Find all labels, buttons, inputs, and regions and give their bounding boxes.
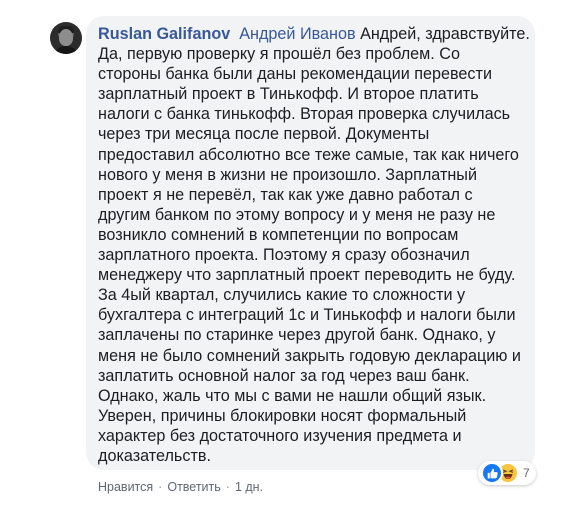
comment-text-line: Да, первую проверку я прошёл без проблем… — [98, 45, 460, 64]
comment-text-line: Андрей, здравствуйте. — [360, 25, 530, 43]
comment-timestamp[interactable]: 1 дн. — [235, 480, 263, 494]
comment-text-line: За 4ый квартал, случились какие то сложн… — [98, 286, 466, 305]
comment-text-line: через три месяца после первой. Документы — [98, 125, 430, 144]
author-name[interactable]: Ruslan Galifanov — [98, 25, 230, 43]
comment-text-line: проект я не перевёл, так как уже давно р… — [98, 185, 473, 204]
comment-text-line: нового у меня в жизни не произошло. Зарп… — [98, 165, 477, 184]
reply-button[interactable]: Ответить — [167, 480, 220, 494]
comment-text-line: заплатить основной налог за год через ва… — [98, 366, 470, 385]
thumbs-up-icon — [487, 468, 498, 478]
comment-text-line: налоги с банка тинькофф. Вторая проверка… — [98, 105, 511, 124]
comment-text-line: менеджеру что зарплатный проект переводи… — [98, 266, 516, 285]
separator: · — [225, 480, 230, 494]
comment-text-line: зарплатного проекта. Поэтому я сразу обо… — [98, 246, 470, 265]
comment-text-line: характер без достаточного изучения предм… — [98, 426, 462, 445]
comment-text-line: предоставил абсолютно все теже самые, та… — [98, 145, 519, 164]
comment-text-line: другим банком по этому вопросу и у меня … — [98, 205, 496, 224]
comment: Ruslan Galifanov Андрей Иванов Андрей, з… — [0, 0, 582, 506]
separator: · — [158, 480, 163, 494]
comment-text-line: бухгалтера с интеграций 1с и Тинькофф и … — [98, 306, 516, 325]
comment-text-line: Однако, жаль что мы с вами не нашли общи… — [98, 386, 487, 405]
avatar-face — [59, 29, 73, 46]
comment-text-line: зарплатный проект в Тинькофф. И второе п… — [98, 85, 479, 104]
avatar-shoulders — [52, 46, 80, 54]
like-button[interactable]: Нравится — [98, 480, 153, 494]
comment-text-line: стороны банка были даны рекомендации пер… — [98, 65, 492, 84]
comment-body: Ruslan Galifanov Андрей Иванов Андрей, з… — [98, 24, 530, 466]
comment-text-line: заплачены по старинке через другой банк.… — [98, 326, 496, 345]
comment-text-line: возникло сомнений в компетенции по вопро… — [98, 225, 459, 244]
comment-text-line: меня не было сомнений закрыть годовую де… — [98, 346, 521, 365]
comment-text-line: Уверен, причины блокировки носят формаль… — [98, 406, 467, 425]
reactions-summary[interactable]: 7 — [478, 461, 536, 485]
mentioned-user[interactable]: Андрей Иванов — [239, 25, 355, 43]
like-icon — [481, 462, 503, 484]
reactions-count: 7 — [523, 466, 530, 480]
comment-text-line: доказательств. — [98, 446, 211, 465]
comment-bubble: Ruslan Galifanov Андрей Иванов Андрей, з… — [86, 16, 535, 470]
avatar[interactable] — [50, 22, 82, 54]
comment-first-line: Ruslan Galifanov Андрей Иванов Андрей, з… — [98, 24, 530, 44]
comment-actions: Нравится · Ответить · 1 дн. — [98, 480, 263, 494]
